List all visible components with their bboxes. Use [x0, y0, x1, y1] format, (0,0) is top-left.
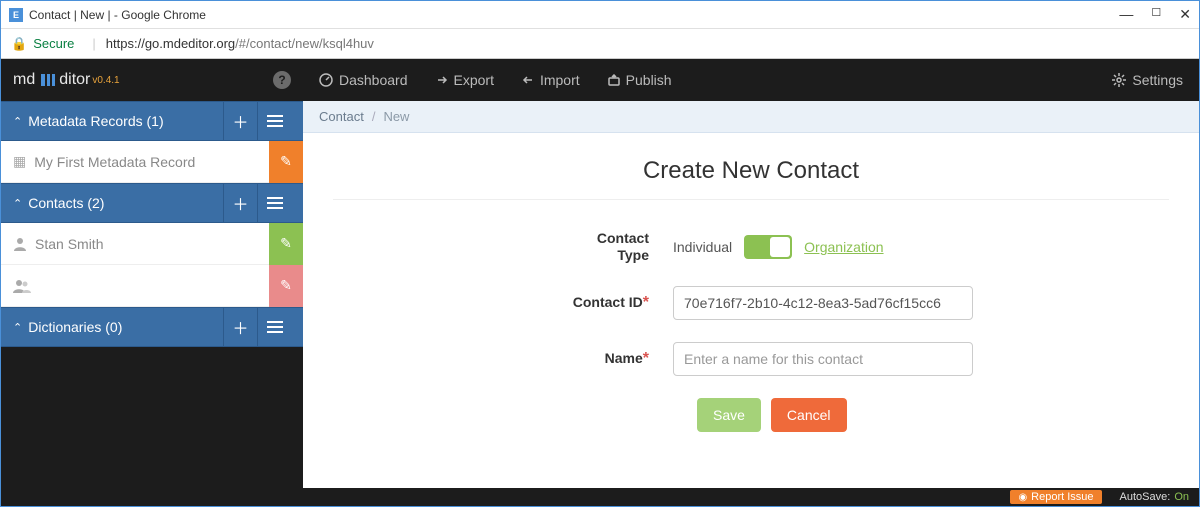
report-label: Report Issue: [1031, 491, 1093, 503]
topnav: Dashboard Export Import Publish: [303, 59, 1199, 101]
sidebar-header-label: Metadata Records (1): [28, 113, 163, 129]
brand-logo-icon: [39, 71, 57, 89]
url-path: /#/contact/new/ksql4huv: [235, 36, 374, 51]
chrome-titlebar: E Contact | New | - Google Chrome — ☐ ✕: [1, 1, 1199, 29]
publish-icon: [608, 74, 620, 86]
contact-type-toggle[interactable]: [744, 235, 792, 259]
nav-label: Import: [540, 72, 580, 88]
window-maximize-icon[interactable]: ☐: [1151, 6, 1161, 23]
contact-id-input[interactable]: [673, 286, 973, 320]
users-icon: [13, 279, 31, 293]
secure-label: Secure: [33, 36, 74, 51]
github-icon: ◉: [1018, 492, 1027, 503]
label-text: Name: [605, 350, 643, 366]
label-contact-id: Contact ID*: [333, 293, 673, 312]
nav-export[interactable]: Export: [436, 72, 494, 88]
list-icon[interactable]: [257, 307, 291, 347]
sidebar: md ditor v0.4.1 ? ⌃ Metadata Records (1)…: [1, 59, 303, 488]
add-icon[interactable]: ＋: [223, 183, 257, 223]
brand-version: v0.4.1: [92, 75, 119, 86]
row-contact-id: Contact ID*: [333, 286, 1169, 320]
main: Dashboard Export Import Publish: [303, 59, 1199, 488]
chevron-up-icon: ⌃: [13, 321, 22, 334]
individual-label: Individual: [673, 239, 732, 255]
divider: [333, 199, 1169, 200]
url-protocol: https://: [106, 36, 145, 51]
help-icon[interactable]: ?: [273, 71, 291, 89]
bottom-bar: ◉ Report Issue AutoSave: On: [1, 488, 1199, 506]
nav-dashboard[interactable]: Dashboard: [319, 72, 408, 88]
user-icon: [13, 237, 27, 251]
label-contact-type: Contact Type: [333, 230, 673, 264]
label-text: Contact ID: [573, 294, 643, 310]
list-icon[interactable]: [257, 183, 291, 223]
autosave-label: AutoSave:: [1120, 491, 1171, 503]
grid-icon: ▦: [13, 153, 26, 170]
brand-ditor: ditor: [59, 71, 90, 89]
autosave-state: On: [1174, 491, 1189, 503]
sidebar-header-contacts[interactable]: ⌃ Contacts (2) ＋: [1, 183, 303, 223]
nav-settings[interactable]: Settings: [1112, 72, 1183, 88]
url[interactable]: https://go.mdeditor.org/#/contact/new/ks…: [106, 36, 374, 51]
label-name: Name*: [333, 349, 673, 368]
sidebar-item-contact[interactable]: Stan Smith ✎: [1, 223, 303, 265]
sidebar-item-label: Stan Smith: [35, 236, 103, 252]
brand: md ditor v0.4.1 ?: [1, 59, 303, 101]
add-icon[interactable]: ＋: [223, 101, 257, 141]
save-button[interactable]: Save: [697, 398, 761, 432]
organization-link[interactable]: Organization: [804, 239, 883, 255]
nav-label: Export: [454, 72, 494, 88]
breadcrumb-root[interactable]: Contact: [319, 109, 364, 124]
breadcrumb-current: New: [383, 109, 409, 124]
pencil-icon[interactable]: ✎: [269, 265, 303, 307]
name-input[interactable]: [673, 342, 973, 376]
report-issue-button[interactable]: ◉ Report Issue: [1010, 490, 1101, 504]
import-icon: [522, 74, 534, 86]
favicon-icon: E: [9, 8, 23, 22]
cancel-button[interactable]: Cancel: [771, 398, 847, 432]
window-minimize-icon[interactable]: —: [1119, 6, 1133, 23]
nav-label: Publish: [626, 72, 672, 88]
sidebar-item-metadata-record[interactable]: ▦ My First Metadata Record ✎: [1, 141, 303, 183]
url-host: go.mdeditor.org: [145, 36, 235, 51]
nav-label: Dashboard: [339, 72, 408, 88]
form-actions: Save Cancel: [697, 398, 1169, 432]
sidebar-header-dictionaries[interactable]: ⌃ Dictionaries (0) ＋: [1, 307, 303, 347]
chevron-up-icon: ⌃: [13, 115, 22, 128]
breadcrumb: Contact / New: [303, 101, 1199, 133]
pencil-icon[interactable]: ✎: [269, 223, 303, 265]
pencil-icon[interactable]: ✎: [269, 141, 303, 183]
nav-publish[interactable]: Publish: [608, 72, 672, 88]
breadcrumb-separator: /: [372, 109, 376, 124]
dashboard-icon: [319, 73, 333, 87]
sidebar-header-metadata[interactable]: ⌃ Metadata Records (1) ＋: [1, 101, 303, 141]
sidebar-header-label: Contacts (2): [28, 195, 104, 211]
row-contact-type: Contact Type Individual Organization: [333, 230, 1169, 264]
nav-import[interactable]: Import: [522, 72, 580, 88]
row-name: Name*: [333, 342, 1169, 376]
label-text: Contact Type: [569, 230, 649, 264]
chevron-up-icon: ⌃: [13, 197, 22, 210]
export-icon: [436, 74, 448, 86]
sidebar-item-contact-new[interactable]: ✎: [1, 265, 303, 307]
list-icon[interactable]: [257, 101, 291, 141]
sidebar-item-label: My First Metadata Record: [34, 154, 195, 170]
page-title: Create New Contact: [333, 157, 1169, 185]
gear-icon: [1112, 73, 1126, 87]
lock-icon: 🔒: [11, 36, 27, 52]
form: Create New Contact Contact Type Individu…: [303, 133, 1199, 488]
add-icon[interactable]: ＋: [223, 307, 257, 347]
sidebar-header-label: Dictionaries (0): [28, 319, 122, 335]
window-title: Contact | New | - Google Chrome: [29, 8, 206, 22]
window-close-icon[interactable]: ✕: [1179, 6, 1191, 23]
chrome-addressbar: 🔒 Secure | https://go.mdeditor.org/#/con…: [1, 29, 1199, 59]
brand-md: md: [13, 71, 35, 89]
nav-label: Settings: [1132, 72, 1183, 88]
